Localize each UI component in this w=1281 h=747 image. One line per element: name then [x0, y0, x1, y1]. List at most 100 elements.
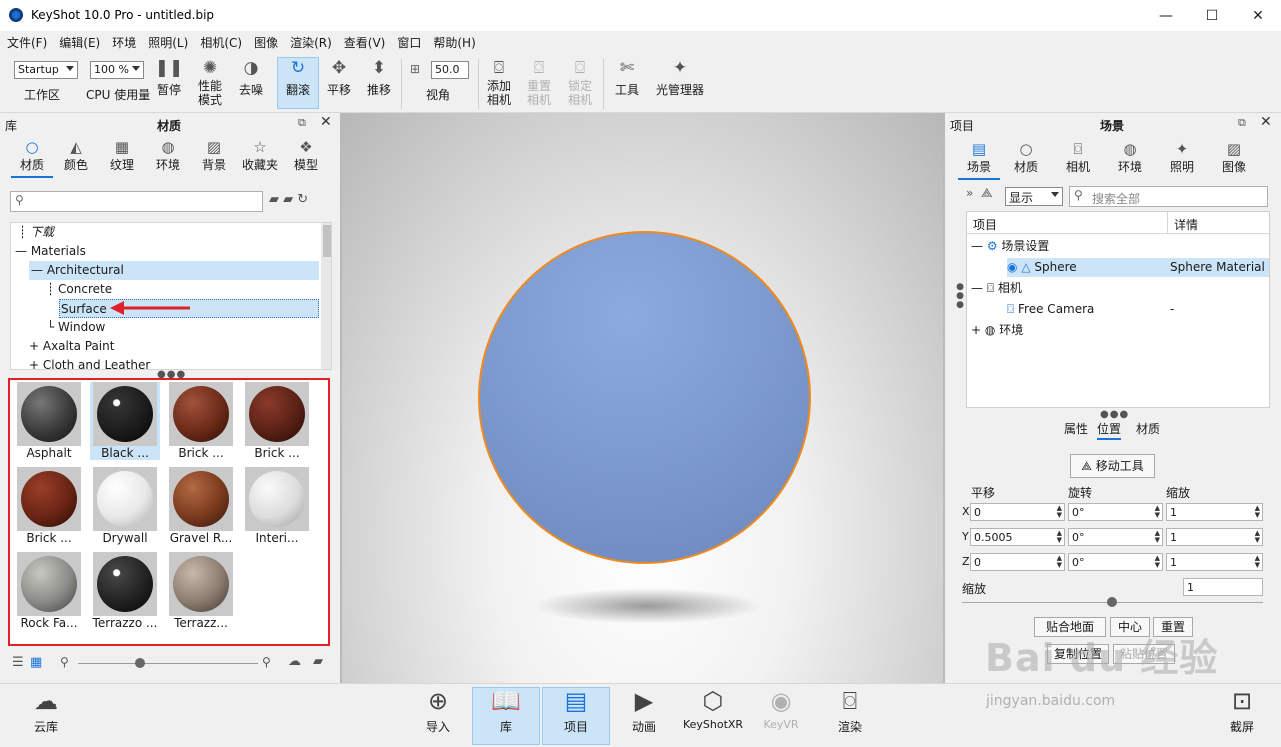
subtab-properties[interactable]: 属性	[1064, 420, 1088, 437]
keyvr-button[interactable]: ◉ KeyVR	[758, 684, 804, 731]
material-thumbnail[interactable]: Interi...	[242, 467, 312, 545]
side-splitter-handle-icon[interactable]: ● ● ●	[956, 283, 964, 310]
tab-scene[interactable]: ▤ 场景	[958, 140, 1000, 180]
tree-scrollbar[interactable]	[321, 223, 331, 369]
scale-z-input[interactable]: 1 ▲ ▼	[1166, 553, 1263, 571]
cloud-upload-icon[interactable]: ☁	[288, 654, 301, 669]
material-thumbnail[interactable]: Terrazz...	[166, 552, 236, 630]
material-thumbnail[interactable]: Terrazzo ...	[90, 552, 160, 630]
tab-environments[interactable]: ◍ 环境	[145, 138, 191, 178]
scene-row-sphere[interactable]: ◉ △ Sphere Sphere Material	[1007, 258, 1269, 277]
denoise-button[interactable]: ◑ 去噪	[236, 57, 266, 97]
tools-button[interactable]: ✄ 工具	[612, 57, 642, 97]
render-button[interactable]: ⌼ 渲染	[828, 684, 872, 735]
rotate-y-input[interactable]: 0° ▲ ▼	[1068, 528, 1163, 546]
subtab-material[interactable]: 材质	[1136, 420, 1160, 437]
import-button[interactable]: ⊕ 导入	[418, 684, 458, 735]
spinner-arrows-icon[interactable]: ▲ ▼	[1057, 555, 1062, 569]
cloud-library-button[interactable]: ☁ 云库	[26, 684, 66, 735]
menu-view[interactable]: 查看(V)	[341, 34, 389, 51]
tab-lighting[interactable]: ✦ 照明	[1156, 140, 1208, 180]
thumbnail-size-slider[interactable]	[78, 663, 258, 664]
material-thumbnail[interactable]: Brick ...	[14, 467, 84, 545]
workspace-select[interactable]: Startup	[14, 61, 78, 79]
reset-camera-button[interactable]: ⌼ 重置 相机	[524, 57, 554, 107]
lock-camera-button[interactable]: ⌼ 锁定 相机	[565, 57, 595, 107]
tree-item-architectural[interactable]: — Architectural	[29, 261, 319, 280]
tab-favorites[interactable]: ☆ 收藏夹	[237, 138, 283, 178]
light-manager-button[interactable]: ✦ 光管理器	[652, 57, 708, 97]
spinner-arrows-icon[interactable]: ▲ ▼	[1057, 505, 1062, 519]
uniform-scale-input[interactable]: 1	[1183, 578, 1263, 596]
menu-render[interactable]: 渲染(R)	[287, 34, 335, 51]
minimize-button[interactable]: —	[1143, 0, 1189, 31]
refresh-icon[interactable]: ↻	[297, 192, 308, 207]
material-thumbnail[interactable]: Brick ...	[242, 382, 312, 460]
move-tool-button[interactable]: ⟁ 移动工具	[1070, 454, 1155, 478]
menu-help[interactable]: 帮助(H)	[430, 34, 478, 51]
menu-image[interactable]: 图像	[251, 34, 281, 51]
tab-environment[interactable]: ◍ 环境	[1104, 140, 1156, 180]
material-thumbnail[interactable]: Black ...	[90, 382, 160, 460]
menu-lighting[interactable]: 照明(L)	[145, 34, 191, 51]
scene-filter-icon[interactable]: ⟁	[981, 186, 993, 201]
tab-image[interactable]: ▨ 图像	[1208, 140, 1260, 180]
sphere-model[interactable]	[478, 231, 811, 564]
material-thumbnail[interactable]: Asphalt	[14, 382, 84, 460]
zoom-out-icon[interactable]: ⚲	[60, 655, 69, 669]
tab-material[interactable]: ○ 材质	[1000, 140, 1052, 180]
rotate-x-input[interactable]: 0° ▲ ▼	[1068, 503, 1163, 521]
scene-search-input[interactable]: ⚲ 搜索全部	[1069, 186, 1268, 207]
material-thumbnail[interactable]: Drywall	[90, 467, 160, 545]
menu-file[interactable]: 文件(F)	[4, 34, 50, 51]
scene-row-environment[interactable]: + ◍ 环境	[971, 321, 1023, 340]
tab-textures[interactable]: ▦ 纹理	[99, 138, 145, 178]
material-thumbnail[interactable]: Rock Fa...	[14, 552, 84, 630]
spinner-arrows-icon[interactable]: ▲ ▼	[1255, 505, 1260, 519]
scale-y-input[interactable]: 1 ▲ ▼	[1166, 528, 1263, 546]
spinner-arrows-icon[interactable]: ▲ ▼	[1155, 555, 1160, 569]
import-folder-icon[interactable]: ▰	[283, 192, 293, 207]
maximize-button[interactable]: ☐	[1189, 0, 1235, 31]
add-folder-icon[interactable]: ▰	[269, 192, 279, 207]
spinner-arrows-icon[interactable]: ▲ ▼	[1255, 530, 1260, 544]
animation-button[interactable]: ▶ 动画	[622, 684, 666, 735]
expand-icon[interactable]: »	[966, 186, 973, 200]
pan-button[interactable]: ✥ 平移	[324, 57, 354, 97]
material-thumbnail[interactable]: Gravel R...	[166, 467, 236, 545]
slider-handle[interactable]	[1107, 597, 1117, 607]
zoom-in-icon[interactable]: ⚲	[262, 655, 271, 669]
tree-scrollbar-thumb[interactable]	[323, 225, 331, 257]
slider-handle[interactable]	[135, 658, 145, 668]
library-button[interactable]: 📖 库	[477, 684, 535, 735]
translate-y-input[interactable]: 0.5005 ▲ ▼	[970, 528, 1065, 546]
spinner-arrows-icon[interactable]: ▲ ▼	[1057, 530, 1062, 544]
pause-button[interactable]: ❚❚ 暂停	[154, 57, 184, 97]
tree-item-materials[interactable]: — Materials	[15, 242, 86, 261]
tree-item-axalta-paint[interactable]: + Axalta Paint	[29, 337, 114, 356]
tumble-button[interactable]: ↻ 翻滚	[279, 57, 317, 97]
close-panel-icon[interactable]: ✕	[1260, 114, 1272, 130]
visibility-eye-icon[interactable]: ◉	[1007, 260, 1017, 274]
subtab-position[interactable]: 位置	[1097, 420, 1122, 440]
display-select[interactable]: 显示	[1005, 187, 1063, 206]
screenshot-button[interactable]: ⊡ 截屏	[1222, 684, 1262, 735]
tab-backplates[interactable]: ▨ 背景	[191, 138, 237, 178]
undock-icon[interactable]: ⧉	[298, 116, 306, 130]
scene-row-scene-settings[interactable]: — ⚙ 场景设置	[971, 237, 1267, 256]
tab-camera[interactable]: ⌼ 相机	[1052, 140, 1104, 180]
tab-colors[interactable]: ◭ 颜色	[53, 138, 99, 178]
library-search-input[interactable]: ⚲	[10, 191, 263, 212]
list-view-icon[interactable]: ☰	[12, 655, 24, 670]
tab-models[interactable]: ❖ 模型	[283, 138, 329, 178]
cpu-usage-select[interactable]: 100 %	[90, 61, 144, 79]
spinner-arrows-icon[interactable]: ▲ ▼	[1155, 505, 1160, 519]
scale-x-input[interactable]: 1 ▲ ▼	[1166, 503, 1263, 521]
tab-materials[interactable]: ○ 材质	[11, 138, 53, 178]
menu-environment[interactable]: 环境	[109, 34, 139, 51]
folder-icon[interactable]: ▰	[313, 654, 323, 669]
spinner-arrows-icon[interactable]: ▲ ▼	[1255, 555, 1260, 569]
tree-item-cloth-and-leather[interactable]: + Cloth and Leather	[29, 356, 150, 369]
rotate-z-input[interactable]: 0° ▲ ▼	[1068, 553, 1163, 571]
scene-row-free-camera[interactable]: ⌼ Free Camera -	[1007, 300, 1269, 319]
